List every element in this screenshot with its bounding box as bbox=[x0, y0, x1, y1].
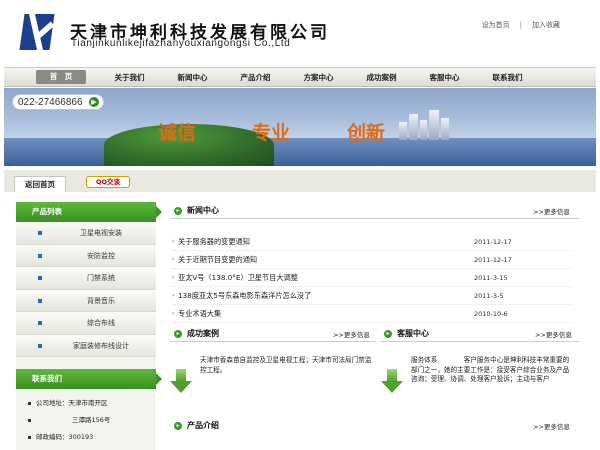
news-item-title[interactable]: 关于服务器的变更通知 bbox=[178, 237, 474, 247]
product-item-label: 门禁系统 bbox=[87, 274, 115, 282]
phone-number: 022-27466866 bbox=[18, 97, 83, 108]
address-line-1: 天津市南开区 bbox=[68, 399, 108, 407]
product-item-access-control[interactable]: 门禁系统 bbox=[16, 267, 156, 290]
news-item-date: 2011-3-5 bbox=[474, 291, 504, 300]
nav-products[interactable]: 产品介绍 bbox=[224, 72, 287, 83]
bookmark-link[interactable]: 加入收藏 bbox=[532, 21, 560, 29]
news-item-title[interactable]: 138度亚太5号东森电影东森洋片怎么没了 bbox=[178, 291, 474, 301]
main-nav: 首 页 关于我们 新闻中心 产品介绍 方案中心 成功案例 客服中心 联系我们 bbox=[4, 67, 596, 87]
cases-description: 天津市香森苗自监控及卫星电视工程；天津市司法局门禁监控工程。 bbox=[200, 356, 372, 374]
company-logo bbox=[19, 14, 55, 50]
banner-sea bbox=[4, 138, 596, 166]
bullet-icon bbox=[28, 401, 31, 405]
service-more-link[interactable]: >>更多信息 bbox=[535, 329, 572, 339]
product-item-cabling[interactable]: 综合布线 bbox=[16, 312, 156, 335]
news-item-date: 2011-12-17 bbox=[474, 255, 512, 264]
tab-back-home[interactable]: 返回首页 bbox=[14, 176, 66, 192]
contact-address-row-2: 三潭路156号 bbox=[16, 412, 156, 429]
product-item-background-music[interactable]: 背景音乐 bbox=[16, 289, 156, 312]
news-item[interactable]: › 专业术语大集 2010-10-6 bbox=[172, 305, 572, 323]
news-item[interactable]: › 关于服务器的变更通知 2011-12-17 bbox=[172, 233, 572, 251]
news-item-date: 2011-3-15 bbox=[474, 273, 508, 282]
news-list: › 关于服务器的变更通知 2011-12-17 › 关于近期节目变更的通知 2011-1… bbox=[172, 233, 572, 323]
news-item-date: 2010-10-6 bbox=[474, 309, 508, 318]
news-heading: 新闻中心 bbox=[187, 205, 219, 215]
address-line-2: 三潭路156号 bbox=[72, 416, 111, 424]
news-item-title[interactable]: 亚太V号（138.0°E）卫星节目大调整 bbox=[178, 273, 474, 283]
square-bullet-icon bbox=[38, 298, 42, 303]
product-intro-more-link[interactable]: >>更多信息 bbox=[533, 421, 570, 431]
left-sidebar: 产品列表 卫星电视安装 安防监控 门禁系统 背景音乐 综合布线 家庭装修布线设计… bbox=[16, 202, 162, 450]
slogan-professional: 专业 bbox=[252, 122, 291, 144]
product-intro-heading: 产品介绍 bbox=[187, 420, 219, 430]
product-item-label: 安防监控 bbox=[87, 251, 115, 260]
nav-about[interactable]: 关于我们 bbox=[98, 72, 161, 83]
nav-home[interactable]: 首 页 bbox=[36, 70, 86, 84]
set-home-link[interactable]: 设为首页 bbox=[482, 21, 510, 29]
contact-address-row: 公司地址：天津市南开区 bbox=[16, 395, 156, 412]
slogan-innovation: 创新 bbox=[347, 122, 386, 144]
download-arrow-icon bbox=[381, 369, 403, 393]
news-item-title[interactable]: 专业术语大集 bbox=[178, 309, 474, 319]
service-divider bbox=[380, 341, 580, 342]
arrow-right-icon: ▸ bbox=[174, 330, 182, 338]
service-heading: 客服中心 bbox=[397, 328, 429, 338]
product-list-heading: 产品列表 bbox=[16, 202, 162, 222]
contact-heading: 联系我们 bbox=[16, 369, 162, 389]
bullet-icon bbox=[28, 435, 31, 439]
news-item-date: 2011-12-17 bbox=[474, 237, 512, 246]
service-description: 服务体系 客户服务中心是坤利科技丰常重要的部门之一，她的主要工作是：接受客户综合… bbox=[411, 356, 570, 383]
square-bullet-icon bbox=[38, 321, 42, 325]
product-item-satellite[interactable]: 卫星电视安装 bbox=[16, 222, 156, 245]
news-item-title[interactable]: 关于近期节目变更的通知 bbox=[178, 255, 474, 265]
zip-code: 300193 bbox=[68, 433, 94, 441]
product-item-label: 综合布线 bbox=[87, 319, 115, 327]
nav-news[interactable]: 新闻中心 bbox=[161, 72, 224, 83]
qq-chat-button[interactable]: QQ交谈 bbox=[86, 176, 130, 188]
zip-label: 邮政编码： bbox=[36, 433, 69, 441]
banner-city-skyline bbox=[399, 110, 459, 140]
news-divider bbox=[170, 218, 580, 219]
square-bullet-icon bbox=[38, 253, 42, 258]
product-item-label: 卫星电视安装 bbox=[80, 229, 122, 237]
product-item-label: 家庭装修布线设计 bbox=[73, 341, 129, 350]
top-links: 设为首页 | 加入收藏 bbox=[482, 20, 560, 30]
cases-divider bbox=[170, 341, 375, 342]
download-arrow-icon bbox=[170, 369, 192, 393]
nav-cases[interactable]: 成功案例 bbox=[350, 72, 413, 83]
arrow-right-icon: ▸ bbox=[384, 330, 392, 338]
company-name-en: Tianjinkunlikejifazhanyouxiangongsi Co.,… bbox=[71, 38, 291, 49]
bullet-icon bbox=[28, 418, 31, 422]
arrow-right-icon: ▸ bbox=[174, 422, 182, 430]
hero-banner: 022-27466866 ▶ 诚信 专业 创新 bbox=[4, 88, 596, 166]
address-label: 公司地址： bbox=[36, 399, 69, 407]
nav-solutions[interactable]: 方案中心 bbox=[287, 72, 350, 83]
news-more-link[interactable]: >>更多信息 bbox=[533, 206, 570, 216]
top-links-separator: | bbox=[519, 21, 522, 29]
cases-more-link[interactable]: >>更多信息 bbox=[333, 329, 370, 339]
square-bullet-icon bbox=[38, 231, 42, 235]
slogan-integrity: 诚信 bbox=[158, 122, 197, 144]
product-item-label: 背景音乐 bbox=[87, 296, 115, 305]
nav-contact[interactable]: 联系我们 bbox=[476, 72, 539, 83]
arrow-right-icon: ▶ bbox=[89, 97, 99, 107]
news-item[interactable]: › 亚太V号（138.0°E）卫星节目大调整 2011-3-15 bbox=[172, 269, 572, 287]
arrow-right-icon: ▸ bbox=[174, 207, 182, 215]
square-bullet-icon bbox=[38, 276, 42, 280]
product-item-home-wiring[interactable]: 家庭装修布线设计 bbox=[16, 334, 156, 357]
news-item[interactable]: › 关于近期节目变更的通知 2011-12-17 bbox=[172, 251, 572, 269]
product-item-security[interactable]: 安防监控 bbox=[16, 244, 156, 267]
nav-service[interactable]: 客服中心 bbox=[413, 72, 476, 83]
news-item[interactable]: › 138度亚太5号东森电影东森洋片怎么没了 2011-3-5 bbox=[172, 287, 572, 305]
cases-heading: 成功案例 bbox=[187, 328, 219, 338]
contact-zip-row: 邮政编码：300193 bbox=[16, 429, 156, 446]
square-bullet-icon bbox=[38, 343, 42, 348]
